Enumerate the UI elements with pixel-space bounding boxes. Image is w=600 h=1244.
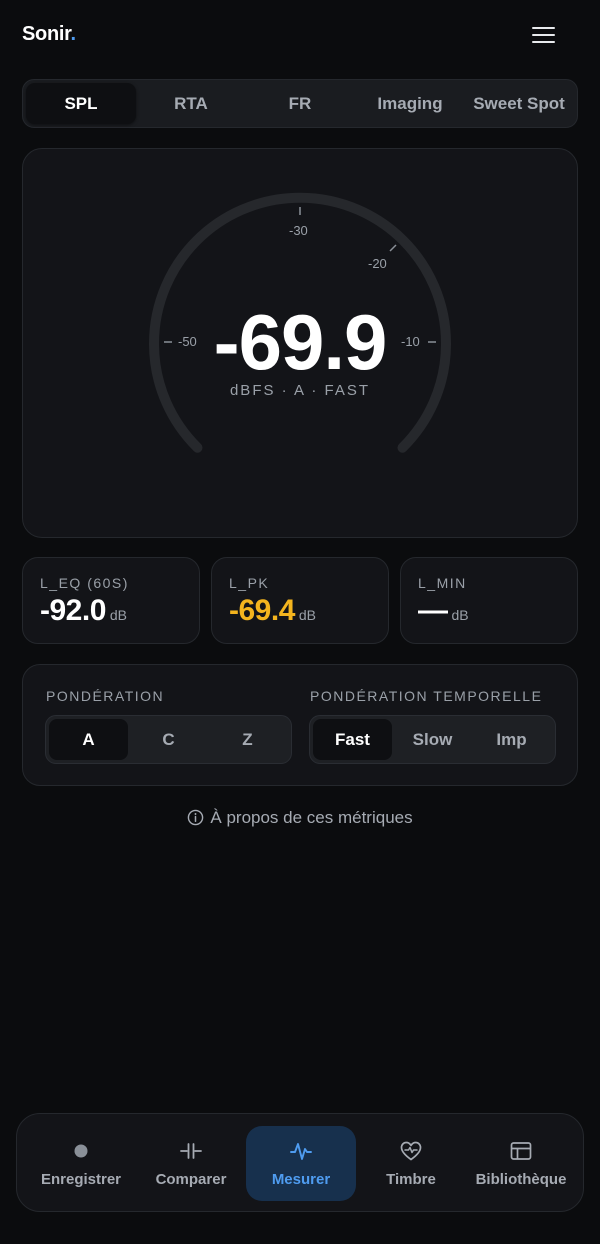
time-weighting-selector: Fast Slow Imp bbox=[309, 715, 556, 764]
stat-value: — dB bbox=[418, 594, 469, 627]
stat-label: L_MIN bbox=[418, 575, 467, 591]
stat-label: L_PK bbox=[229, 575, 270, 591]
spl-unit-label: dBFS · A · FAST bbox=[229, 382, 371, 399]
record-icon bbox=[74, 1144, 88, 1158]
about-metrics-link[interactable]: À propos de ces métriques bbox=[0, 808, 600, 830]
weighting-label: PONDÉRATION bbox=[46, 688, 165, 704]
gauge-tick-label: -20 bbox=[368, 256, 387, 271]
weighting-selector: A C Z bbox=[45, 715, 292, 764]
time-weighting-label: PONDÉRATION TEMPORELLE bbox=[310, 688, 543, 704]
stat-label: L_EQ (60S) bbox=[40, 575, 129, 591]
stat-value: -69.4 dB bbox=[229, 594, 317, 627]
compare-icon bbox=[180, 1143, 202, 1159]
time-option-fast[interactable]: Fast bbox=[313, 719, 392, 760]
weighting-option-z[interactable]: Z bbox=[208, 719, 287, 760]
heart-pulse-icon bbox=[400, 1141, 422, 1161]
weighting-card: PONDÉRATION A C Z PONDÉRATION TEMPORELLE… bbox=[22, 664, 578, 786]
time-option-imp[interactable]: Imp bbox=[472, 719, 551, 760]
stat-value: -92.0 dB bbox=[40, 594, 128, 627]
nav-comparer[interactable]: Comparer bbox=[136, 1126, 246, 1201]
nav-timbre[interactable]: Timbre bbox=[356, 1126, 466, 1201]
nav-bibliotheque[interactable]: Bibliothèque bbox=[466, 1126, 576, 1201]
stat-lmin: L_MIN — dB bbox=[400, 557, 578, 644]
weighting-option-a[interactable]: A bbox=[49, 719, 128, 760]
stat-leq: L_EQ (60S) -92.0 dB bbox=[22, 557, 200, 644]
time-option-slow[interactable]: Slow bbox=[393, 719, 472, 760]
spl-gauge bbox=[149, 192, 451, 453]
spl-readout: -69.9 bbox=[213, 298, 388, 386]
stat-lpk: L_PK -69.4 dB bbox=[211, 557, 389, 644]
bottom-navigation: Enregistrer Comparer Mesurer Timbre Bibl… bbox=[16, 1113, 584, 1212]
info-icon bbox=[188, 809, 204, 826]
nav-enregistrer[interactable]: Enregistrer bbox=[26, 1126, 136, 1201]
gauge-tick-label: -30 bbox=[289, 223, 308, 238]
nav-mesurer[interactable]: Mesurer bbox=[246, 1126, 356, 1201]
gauge-tick bbox=[389, 244, 397, 252]
weighting-option-c[interactable]: C bbox=[129, 719, 208, 760]
library-icon bbox=[510, 1142, 532, 1160]
waveform-icon bbox=[290, 1143, 312, 1160]
